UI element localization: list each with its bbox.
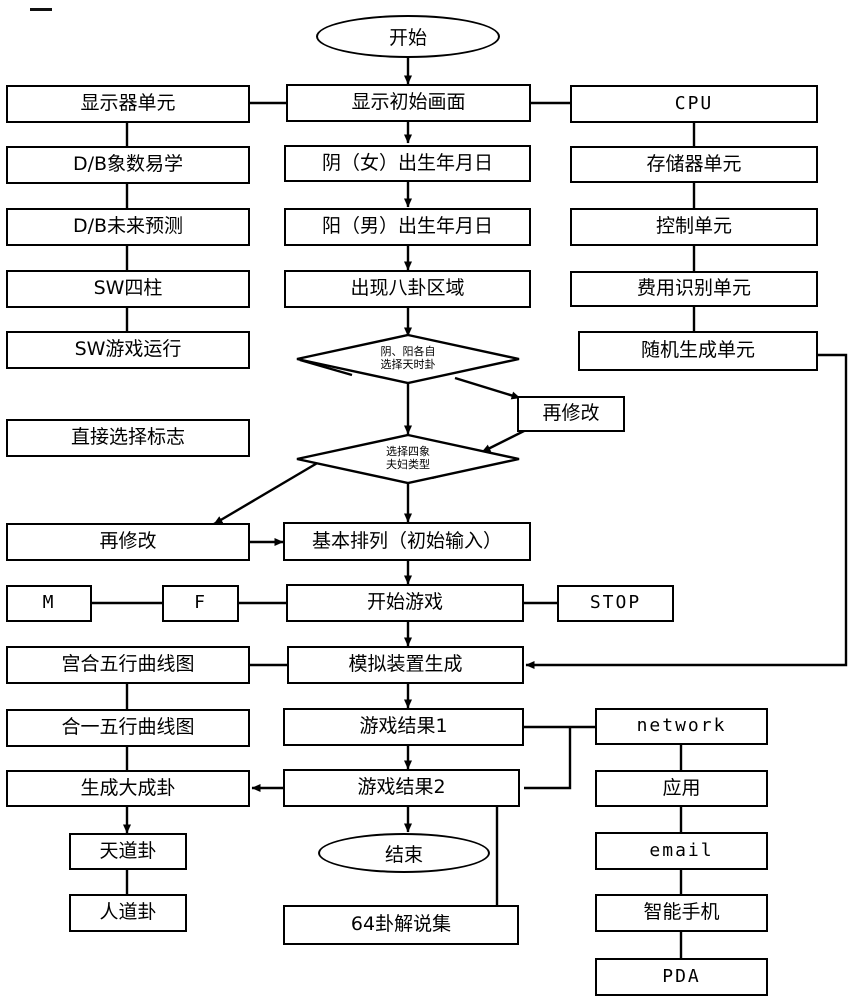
node-label: SW四柱 [93,277,163,300]
node-game-result-2: 游戏结果2 [283,769,520,807]
terminal-end: 结束 [318,833,490,873]
node-label: 人道卦 [99,901,157,924]
node-label: 控制单元 [655,215,732,238]
node-basic-arrangement: 基本排列（初始输入） [283,522,531,561]
node-tiandao-gua: 天道卦 [69,833,187,870]
node-db-forecast: D/B未来预测 [6,208,250,246]
node-label: 再修改 [99,530,157,553]
node-label: D/B未来预测 [72,215,184,238]
node-sw-four-pillars: SW四柱 [6,270,250,308]
node-label: 合一五行曲线图 [61,716,195,739]
node-label: network [636,715,727,737]
node-label: 智能手机 [643,901,720,924]
node-label: 模拟装置生成 [348,653,463,676]
node-direct-select-flag: 直接选择标志 [6,419,250,457]
node-stop: STOP [557,585,674,622]
terminal-start-label: 开始 [388,27,427,49]
scan-artifact [30,8,52,11]
node-start-game: 开始游戏 [286,584,524,622]
node-game-result-1: 游戏结果1 [283,708,524,746]
node-palace-wuxing-curve: 宫合五行曲线图 [6,646,250,684]
node-label: CPU [674,92,714,114]
node-sw-game-run: SW游戏运行 [6,331,250,369]
node-simulator-generate: 模拟装置生成 [287,646,524,684]
node-control-unit: 控制单元 [570,208,818,246]
node-modify-left: 再修改 [6,523,250,561]
node-label: STOP [589,592,642,614]
node-label: 直接选择标志 [70,426,185,449]
node-label: D/B象数易学 [72,153,184,176]
node-label: 阴（女）出生年月日 [321,151,493,174]
node-label: 应用 [662,776,701,799]
node-label: 天道卦 [99,839,157,862]
node-label: 显示器单元 [80,92,176,115]
node-label: 宫合五行曲线图 [61,653,195,676]
node-memory-unit: 存储器单元 [570,146,818,183]
node-label: 开始游戏 [366,591,443,614]
node-label: 64卦解说集 [350,913,452,936]
node-db-xiangshu: D/B象数易学 [6,146,250,184]
node-unified-wuxing-curve: 合一五行曲线图 [6,709,250,747]
node-label: 基本排列（初始输入） [311,529,502,552]
flowchart-canvas: 开始 结束 显示器单元 D/B象数易学 D/B未来预测 SW四柱 SW游戏运行 … [0,0,851,1000]
node-label: SW游戏运行 [74,338,182,361]
node-label: email [649,839,714,861]
node-cpu: CPU [570,85,818,123]
node-male-marker: M [6,585,92,622]
decision-choose-sixiang-couple-type: 选择四象 夫妇类型 [296,433,520,485]
node-rendao-gua: 人道卦 [69,894,187,932]
node-fee-recognition-unit: 费用识别单元 [570,271,818,307]
node-label: 游戏结果1 [359,715,448,738]
terminal-end-label: 结束 [384,843,423,866]
node-label: 随机生成单元 [640,339,755,362]
node-random-generation-unit: 随机生成单元 [578,331,818,371]
node-application: 应用 [595,770,768,807]
node-network: network [595,708,768,745]
node-64-gua-commentary: 64卦解说集 [283,905,519,945]
node-pda: PDA [595,958,768,996]
node-yang-male-birthdate: 阳（男）出生年月日 [284,208,531,246]
node-label: 生成大成卦 [80,776,176,799]
node-modify-center: 再修改 [517,396,625,432]
node-show-initial-screen: 显示初始画面 [286,84,531,122]
node-display-unit: 显示器单元 [6,85,250,123]
decision-label-line2: 选择天时卦 [380,358,436,371]
node-generate-dacheng-gua: 生成大成卦 [6,770,250,807]
decision-label-line2: 夫妇类型 [386,458,430,471]
node-label: PDA [662,965,701,987]
node-label: 费用识别单元 [636,277,751,300]
node-yin-female-birthdate: 阴（女）出生年月日 [284,145,531,182]
node-label: 存储器单元 [646,152,742,175]
node-label: 出现八卦区域 [350,277,465,300]
node-label: F [194,592,207,614]
node-bagua-area-appears: 出现八卦区域 [284,270,531,308]
node-label: 显示初始画面 [351,91,466,114]
decision-choose-tianshi-gua: 阴、阳各自 选择天时卦 [296,333,520,385]
node-label: 阳（男）出生年月日 [321,215,493,238]
node-female-marker: F [162,585,239,622]
node-label: 再修改 [542,402,600,425]
node-smartphone: 智能手机 [595,894,768,932]
terminal-start: 开始 [316,15,500,58]
node-label: M [42,592,56,614]
node-label: 游戏结果2 [357,776,446,799]
node-email: email [595,832,768,870]
